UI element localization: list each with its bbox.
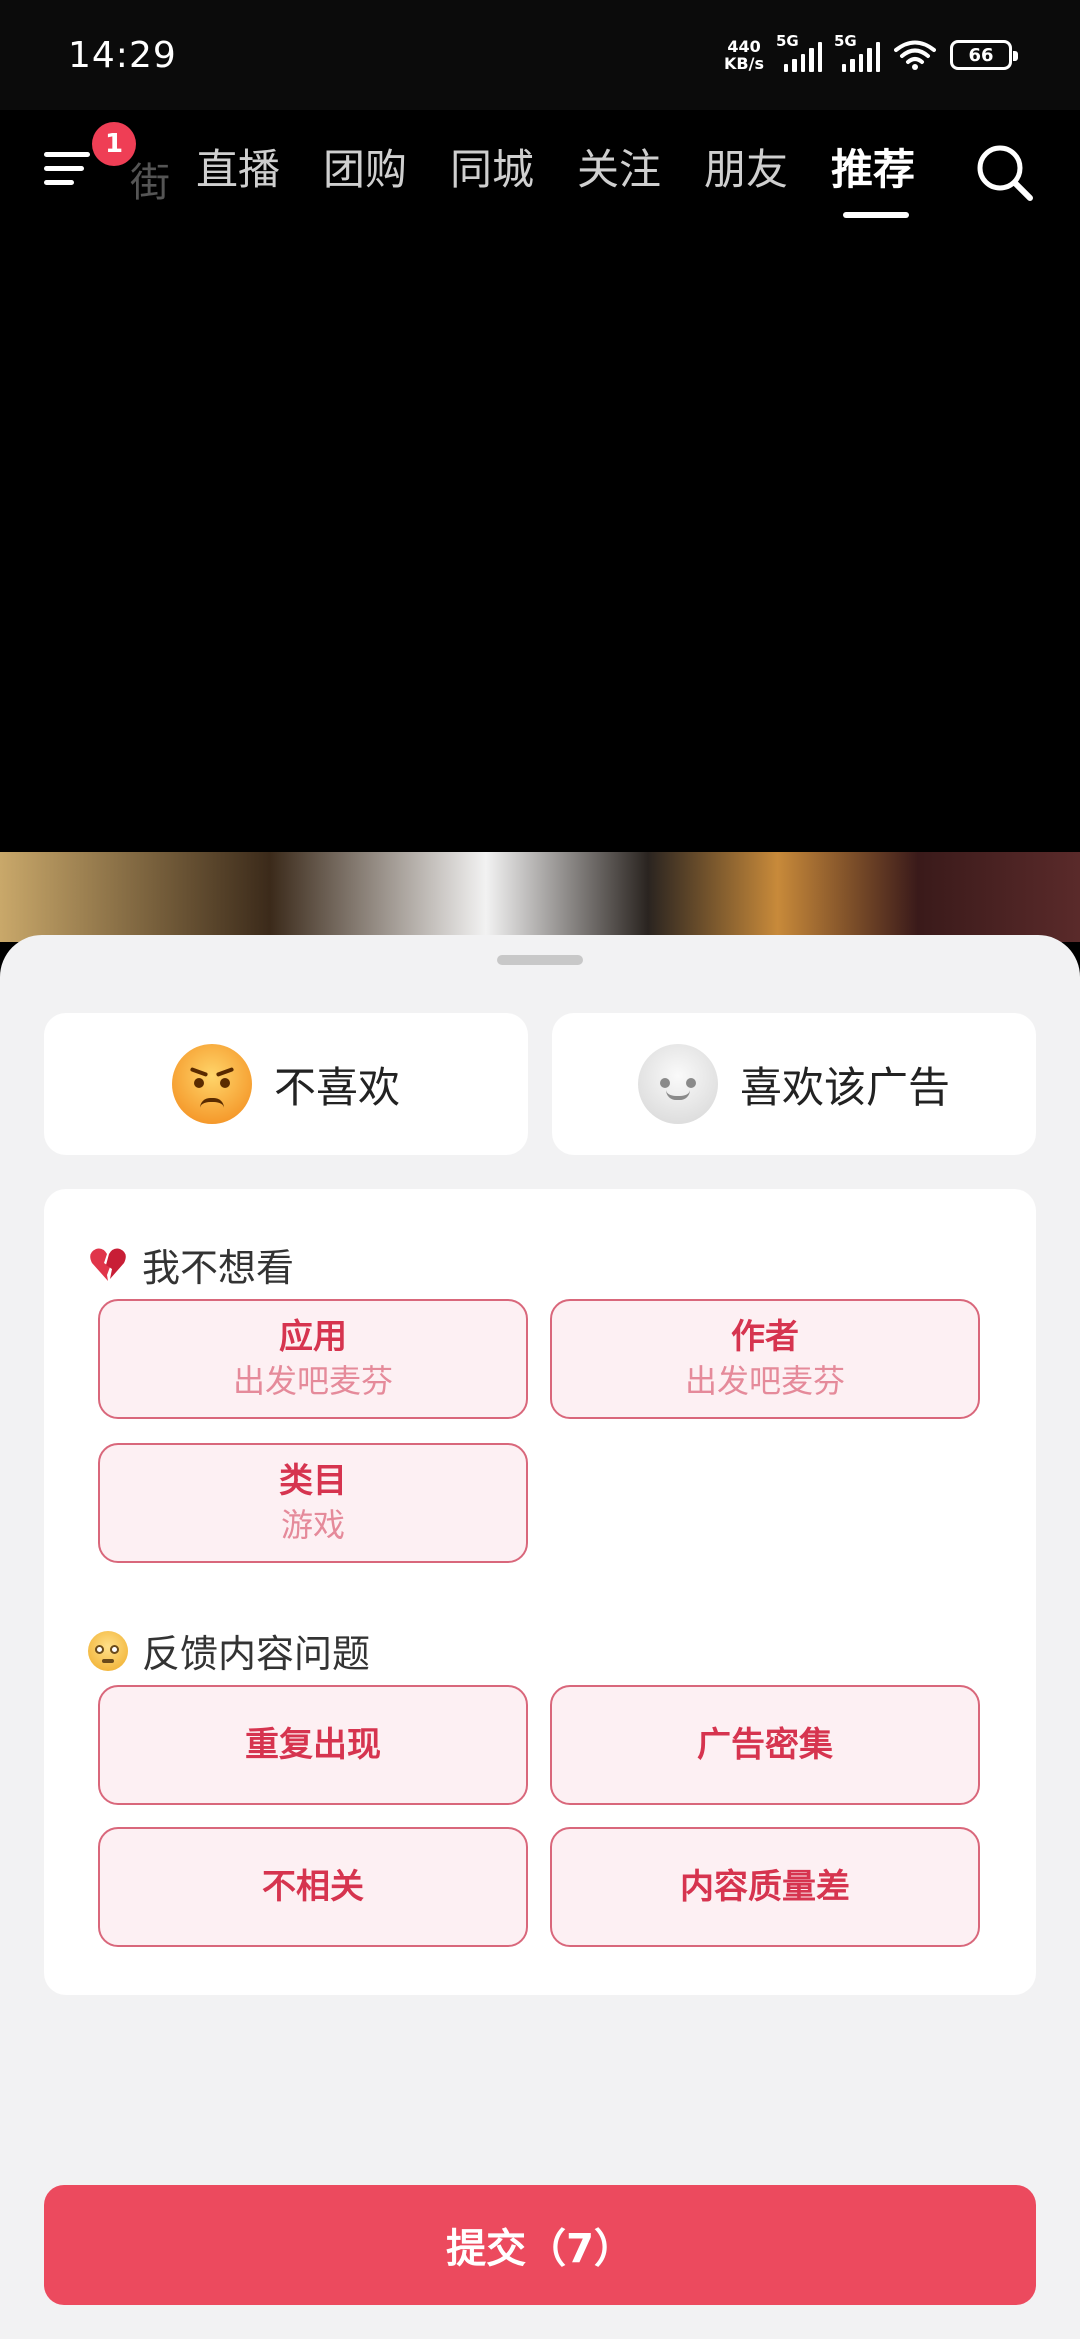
network-speed-value: 440 xyxy=(727,37,761,56)
option-main-label: 不相关 xyxy=(262,1867,364,1907)
option-sub-label: 出发吧麦芬 xyxy=(684,1362,845,1400)
search-icon[interactable] xyxy=(974,142,1036,204)
tab-following[interactable]: 关注 xyxy=(577,138,704,202)
option-main-label: 应用 xyxy=(279,1317,347,1357)
tab-friends[interactable]: 朋友 xyxy=(704,138,831,202)
signal-5g-label: 5G xyxy=(776,32,799,50)
video-preview xyxy=(0,852,1080,942)
feedback-title: 反馈内容问题 xyxy=(142,1632,371,1676)
section-not-interested: 我不想看 xyxy=(88,1237,294,1292)
option-author[interactable]: 作者 出发吧麦芬 xyxy=(550,1299,980,1419)
option-main-label: 作者 xyxy=(731,1317,799,1357)
option-app[interactable]: 应用 出发吧麦芬 xyxy=(98,1299,528,1419)
worried-face-icon xyxy=(88,1630,128,1671)
sheet-handle[interactable] xyxy=(497,955,583,965)
tab-live[interactable]: 直播 xyxy=(196,138,323,202)
submit-button[interactable]: 提交（7） xyxy=(44,2185,1036,2305)
option-irrelevant[interactable]: 不相关 xyxy=(98,1827,528,1947)
top-nav: 1 街 直播 团购 同城 关注 朋友 推荐 xyxy=(0,110,1080,230)
option-category[interactable]: 类目 游戏 xyxy=(98,1443,528,1563)
angry-face-icon xyxy=(171,1044,252,1124)
dislike-label: 不喜欢 xyxy=(273,1062,400,1112)
signal-5g-label: 5G xyxy=(834,32,857,50)
option-main-label: 内容质量差 xyxy=(680,1867,850,1907)
section-feedback: 反馈内容问题 xyxy=(88,1623,370,1678)
status-time: 14:29 xyxy=(68,34,177,76)
signal-icon: 5G xyxy=(834,32,881,72)
option-repeated[interactable]: 重复出现 xyxy=(98,1685,528,1805)
like-ad-button[interactable]: 喜欢该广告 xyxy=(552,1013,1036,1155)
wifi-icon xyxy=(894,40,936,70)
feedback-sheet: 不喜欢 喜欢该广告 我不想看 应用 出发吧麦芬 作者 出发吧麦芬 类目 游戏 反… xyxy=(0,935,1080,2339)
option-main-label: 重复出现 xyxy=(245,1725,381,1765)
reaction-row: 不喜欢 喜欢该广告 xyxy=(44,1013,1036,1155)
tab-group-buy[interactable]: 团购 xyxy=(323,138,450,202)
option-main-label: 类目 xyxy=(279,1461,347,1501)
menu-icon[interactable] xyxy=(44,144,100,194)
battery-level: 66 xyxy=(968,44,994,66)
status-bar: 14:29 440 KB/s 5G 5G 66 xyxy=(0,0,1080,110)
network-speed: 440 KB/s xyxy=(724,38,764,72)
tab-faded[interactable]: 街 xyxy=(130,150,170,208)
option-sub-label: 出发吧麦芬 xyxy=(232,1362,393,1400)
like-ad-label: 喜欢该广告 xyxy=(739,1062,950,1112)
battery-icon: 66 xyxy=(950,40,1018,70)
dislike-button[interactable]: 不喜欢 xyxy=(44,1013,528,1155)
option-too-many-ads[interactable]: 广告密集 xyxy=(550,1685,980,1805)
options-panel: 我不想看 应用 出发吧麦芬 作者 出发吧麦芬 类目 游戏 反馈内容问题 重复出现… xyxy=(44,1189,1036,1995)
signal-icon: 5G xyxy=(776,32,823,72)
tab-bar: 直播 团购 同城 关注 朋友 推荐 xyxy=(196,138,958,218)
smile-face-icon xyxy=(637,1044,718,1124)
tab-local[interactable]: 同城 xyxy=(450,138,577,202)
not-interested-title: 我不想看 xyxy=(142,1246,295,1290)
option-poor-quality[interactable]: 内容质量差 xyxy=(550,1827,980,1947)
tab-recommended[interactable]: 推荐 xyxy=(831,138,958,218)
network-speed-unit: KB/s xyxy=(724,54,764,73)
status-icons: 440 KB/s 5G 5G 66 xyxy=(724,32,1018,72)
option-main-label: 广告密集 xyxy=(697,1725,833,1765)
broken-heart-icon xyxy=(90,1248,126,1281)
option-sub-label: 游戏 xyxy=(280,1506,345,1544)
